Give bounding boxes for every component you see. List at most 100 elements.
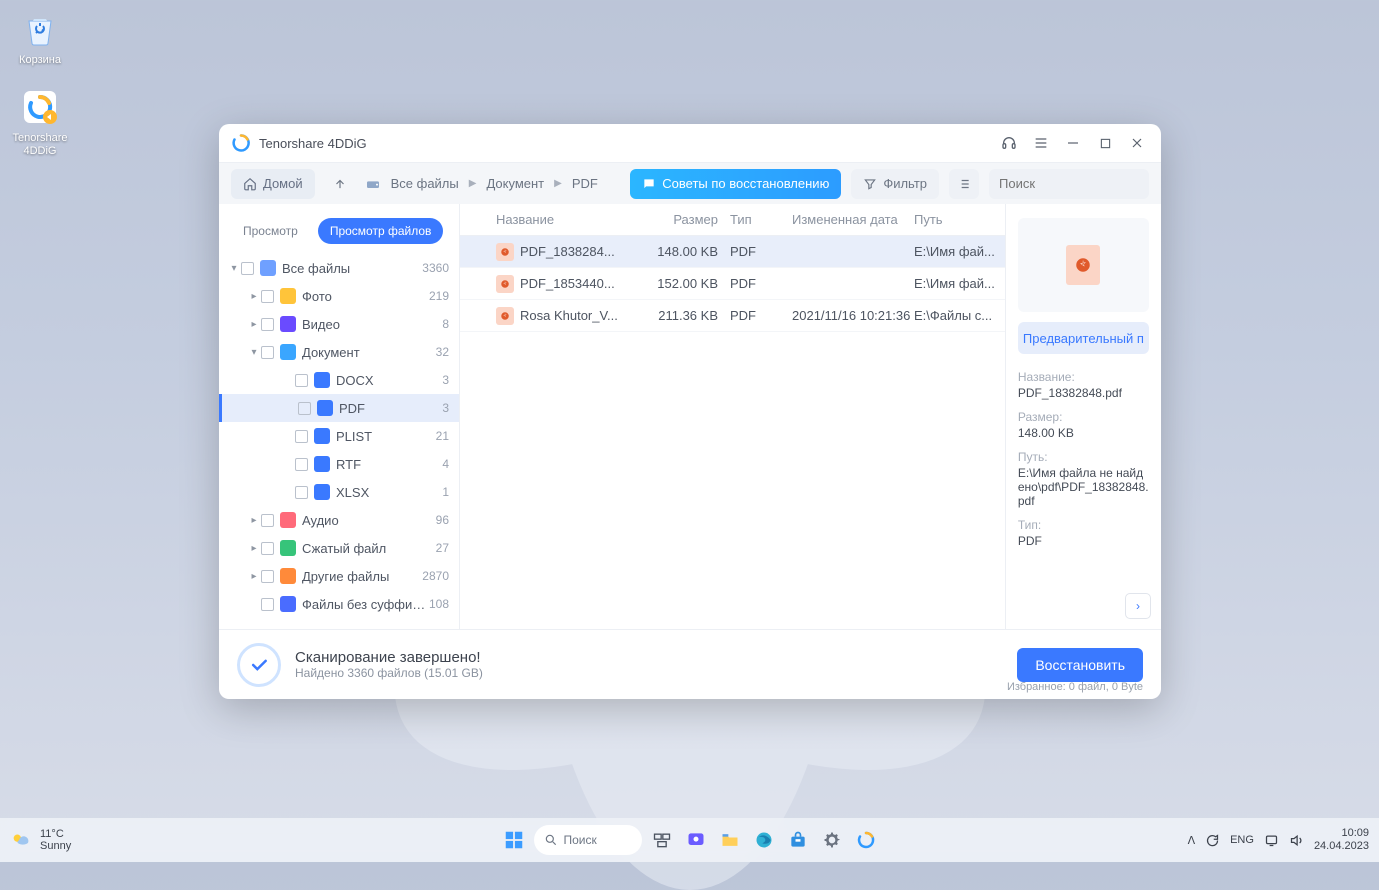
tree-node[interactable]: RTF4 bbox=[219, 450, 459, 478]
folder-icon bbox=[280, 568, 296, 584]
caret-icon: ▸ bbox=[247, 291, 261, 302]
tray-language[interactable]: ENG bbox=[1230, 834, 1254, 846]
tree-checkbox[interactable] bbox=[261, 290, 274, 303]
panel-next-button[interactable]: › bbox=[1125, 593, 1151, 619]
tree-label: Сжатый файл bbox=[302, 541, 436, 556]
tree-node[interactable]: Файлы без суффикса108 bbox=[219, 590, 459, 618]
tree-node[interactable]: ▸Другие файлы2870 bbox=[219, 562, 459, 590]
file-name: Rosa Khutor_V... bbox=[520, 308, 618, 323]
table-row[interactable]: PDF_1853440...152.00 KBPDFE:\Имя фай... bbox=[460, 268, 1005, 300]
tree-checkbox[interactable] bbox=[241, 262, 254, 275]
tree-checkbox[interactable] bbox=[261, 514, 274, 527]
tree-checkbox[interactable] bbox=[261, 570, 274, 583]
file-name: PDF_1838284... bbox=[520, 244, 615, 259]
tree-checkbox[interactable] bbox=[295, 458, 308, 471]
maximize-button[interactable] bbox=[1089, 127, 1121, 159]
caret-icon: ▸ bbox=[247, 319, 261, 330]
tree-count: 3360 bbox=[422, 261, 449, 275]
recover-button[interactable]: Восстановить bbox=[1017, 648, 1143, 682]
tray-chevron-icon[interactable]: ᐱ bbox=[1188, 834, 1196, 847]
filter-button[interactable]: Фильтр bbox=[851, 169, 939, 199]
minimize-button[interactable] bbox=[1057, 127, 1089, 159]
tree-node[interactable]: XLSX1 bbox=[219, 478, 459, 506]
tree-label: Аудио bbox=[302, 513, 436, 528]
volume-icon[interactable] bbox=[1289, 833, 1304, 848]
tray-clock[interactable]: 10:0924.04.2023 bbox=[1314, 827, 1369, 853]
tree-node[interactable]: ▸Видео8 bbox=[219, 310, 459, 338]
tree-node[interactable]: ▸Фото219 bbox=[219, 282, 459, 310]
settings-icon[interactable] bbox=[818, 826, 846, 854]
file-path: E:\Имя фай... bbox=[914, 276, 1005, 291]
tree-checkbox[interactable] bbox=[261, 318, 274, 331]
app-icon bbox=[19, 86, 61, 128]
folder-icon bbox=[280, 316, 296, 332]
chat-icon[interactable] bbox=[682, 826, 710, 854]
sync-icon[interactable] bbox=[1205, 833, 1220, 848]
taskbar-app-icon[interactable] bbox=[852, 826, 880, 854]
file-size: 148.00 KB bbox=[646, 244, 730, 259]
tree-node[interactable]: ▸Аудио96 bbox=[219, 506, 459, 534]
breadcrumb-item[interactable]: Все файлы bbox=[391, 176, 459, 191]
preview-button[interactable]: Предварительный п bbox=[1018, 322, 1149, 354]
explorer-icon[interactable] bbox=[716, 826, 744, 854]
breadcrumb-item[interactable]: Документ bbox=[486, 176, 544, 191]
tree-node[interactable]: ▾Документ32 bbox=[219, 338, 459, 366]
start-button[interactable] bbox=[500, 826, 528, 854]
search-icon bbox=[544, 833, 558, 847]
file-type: PDF bbox=[730, 276, 792, 291]
search-input[interactable] bbox=[999, 176, 1161, 191]
tree-checkbox[interactable] bbox=[295, 486, 308, 499]
network-icon[interactable] bbox=[1264, 833, 1279, 848]
detail-size-value: 148.00 KB bbox=[1018, 426, 1149, 440]
desktop-icon-app[interactable]: Tenorshare 4DDiG bbox=[4, 86, 76, 158]
home-button[interactable]: Домой bbox=[231, 169, 315, 199]
tree-label: XLSX bbox=[336, 485, 442, 500]
tree-node[interactable]: PDF3 bbox=[219, 394, 459, 422]
caret-icon: ▸ bbox=[247, 543, 261, 554]
tree-checkbox[interactable] bbox=[298, 402, 311, 415]
tree-checkbox[interactable] bbox=[295, 374, 308, 387]
desktop-icon-recycle-bin[interactable]: Корзина bbox=[4, 8, 76, 67]
menu-icon[interactable] bbox=[1025, 127, 1057, 159]
up-button[interactable] bbox=[325, 169, 355, 199]
headset-icon[interactable] bbox=[993, 127, 1025, 159]
recovery-tips-button[interactable]: Советы по восстановлению bbox=[630, 169, 841, 199]
folder-icon bbox=[314, 456, 330, 472]
tree-node[interactable]: ▸Сжатый файл27 bbox=[219, 534, 459, 562]
tree-count: 96 bbox=[436, 513, 449, 527]
system-tray: ᐱ ENG 10:0924.04.2023 bbox=[1188, 827, 1369, 853]
tree-checkbox[interactable] bbox=[261, 598, 274, 611]
tree-checkbox[interactable] bbox=[295, 430, 308, 443]
caret-icon: ▾ bbox=[227, 263, 241, 274]
edge-icon[interactable] bbox=[750, 826, 778, 854]
drive-icon bbox=[365, 176, 381, 192]
folder-icon bbox=[280, 596, 296, 612]
tree-count: 2870 bbox=[422, 569, 449, 583]
detail-size-label: Размер: bbox=[1018, 410, 1149, 424]
tree-node[interactable]: ▾Все файлы3360 bbox=[219, 254, 459, 282]
scan-status-sub: Найдено 3360 файлов (15.01 GB) bbox=[295, 666, 483, 680]
detail-name-value: PDF_18382848.pdf bbox=[1018, 386, 1149, 400]
table-row[interactable]: PDF_1838284...148.00 KBPDFE:\Имя фай... bbox=[460, 236, 1005, 268]
breadcrumb-item[interactable]: PDF bbox=[572, 176, 598, 191]
tree-node[interactable]: DOCX3 bbox=[219, 366, 459, 394]
folder-icon bbox=[314, 428, 330, 444]
view-toggle-button[interactable] bbox=[949, 169, 979, 199]
folder-icon bbox=[317, 400, 333, 416]
close-button[interactable] bbox=[1121, 127, 1153, 159]
recycle-bin-icon bbox=[19, 8, 61, 50]
home-icon bbox=[243, 177, 257, 191]
taskbar-weather[interactable]: 11°CSunny bbox=[10, 828, 71, 852]
tab-files[interactable]: Просмотр файлов bbox=[318, 218, 444, 244]
tab-preview[interactable]: Просмотр bbox=[231, 218, 310, 244]
table-row[interactable]: Rosa Khutor_V...211.36 KBPDF2021/11/16 1… bbox=[460, 300, 1005, 332]
titlebar: Tenorshare 4DDiG bbox=[219, 124, 1161, 162]
search-box[interactable] bbox=[989, 169, 1149, 199]
tree-checkbox[interactable] bbox=[261, 346, 274, 359]
tree-node[interactable]: PLIST21 bbox=[219, 422, 459, 450]
store-icon[interactable] bbox=[784, 826, 812, 854]
taskview-icon[interactable] bbox=[648, 826, 676, 854]
tree-checkbox[interactable] bbox=[261, 542, 274, 555]
taskbar-search[interactable]: Поиск bbox=[534, 825, 642, 855]
app-logo-icon bbox=[231, 133, 251, 153]
